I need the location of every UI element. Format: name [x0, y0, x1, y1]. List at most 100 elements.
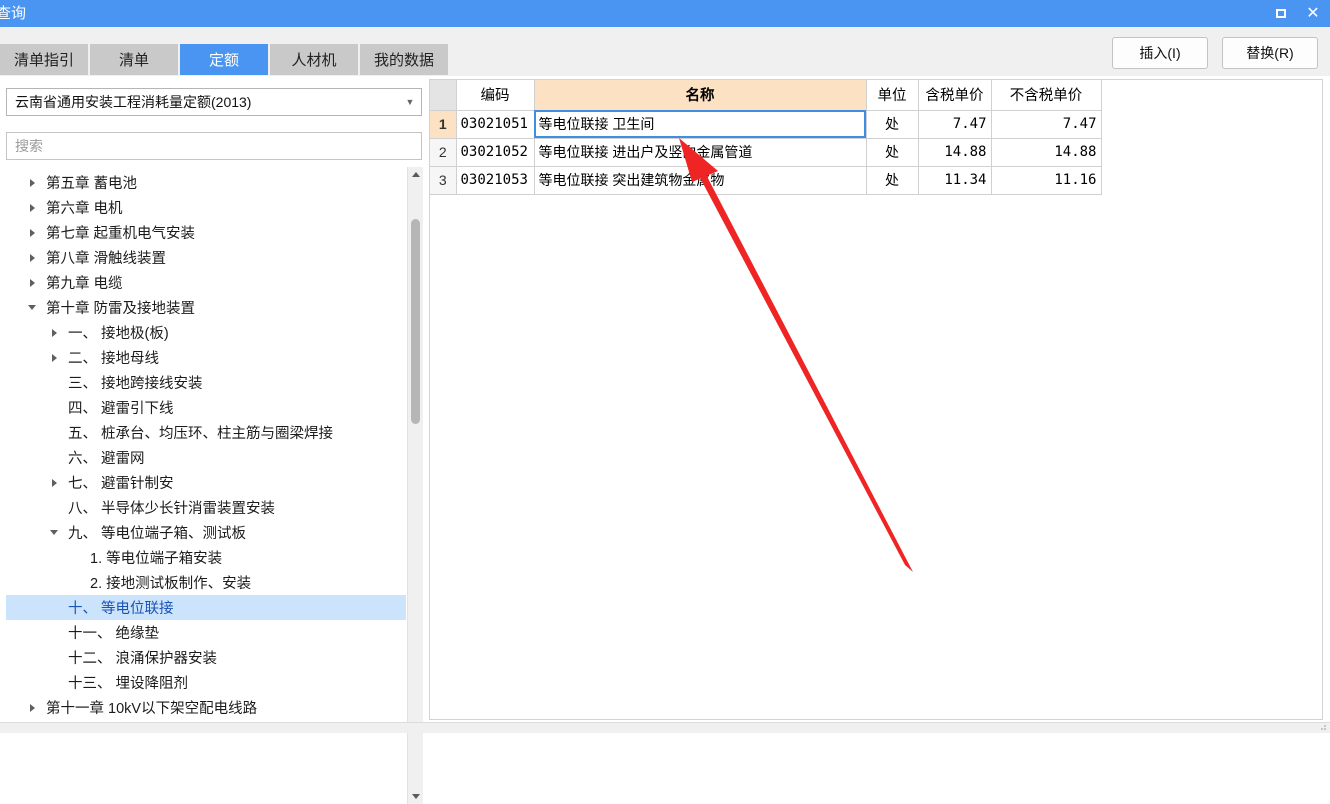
scrollbar-thumb[interactable]	[411, 219, 420, 424]
unit-cell[interactable]: 处	[866, 138, 919, 167]
price-without-tax-cell[interactable]: 7.47	[991, 110, 1102, 139]
tree-item[interactable]: 第八章 滑触线装置	[6, 245, 406, 270]
chevron-right-icon[interactable]	[46, 329, 62, 337]
tree-item[interactable]: 六、 避雷网	[6, 445, 406, 470]
tree-item[interactable]: 九、 等电位端子箱、测试板	[6, 520, 406, 545]
close-icon[interactable]: ✕	[1304, 5, 1322, 23]
search-box[interactable]	[6, 132, 422, 160]
tree-item[interactable]: 四、 避雷引下线	[6, 395, 406, 420]
chevron-right-icon[interactable]	[24, 204, 40, 212]
tree-item[interactable]: 1. 等电位端子箱安装	[6, 545, 406, 570]
maximize-icon[interactable]	[1272, 5, 1290, 23]
toolbar-actions: 插入(I) 替换(R)	[1112, 37, 1318, 69]
tree-item[interactable]: 第五章 蓄电池	[6, 170, 406, 195]
status-strip	[0, 722, 1330, 733]
tree-item[interactable]: 七、 避雷针制安	[6, 470, 406, 495]
tree-item[interactable]: 十、 等电位联接	[6, 595, 406, 620]
chevron-right-icon[interactable]	[24, 704, 40, 712]
window-controls: ✕	[1272, 0, 1322, 27]
price-without-tax-cell[interactable]: 11.16	[991, 166, 1102, 195]
tree-item[interactable]: 第七章 起重机电气安装	[6, 220, 406, 245]
tree-item-label: 二、 接地母线	[68, 351, 160, 367]
tree-item[interactable]: 第九章 电缆	[6, 270, 406, 295]
tree-item-label: 七、 避雷针制安	[68, 476, 174, 492]
code-cell[interactable]: 03021051	[456, 110, 535, 139]
chevron-right-icon[interactable]	[24, 179, 40, 187]
tree-item-label: 第七章 起重机电气安装	[46, 226, 196, 242]
chevron-right-icon[interactable]	[24, 254, 40, 262]
tree-scrollbar[interactable]	[407, 167, 423, 804]
tree-item[interactable]: 第六章 电机	[6, 195, 406, 220]
chevron-right-icon[interactable]	[46, 354, 62, 362]
replace-button[interactable]: 替换(R)	[1222, 37, 1318, 69]
dinge-results-table: 编码 名称 单位 含税单价 不含税单价 1 03021051 等电位联接 卫生间处 7…	[430, 80, 1102, 195]
scroll-down-icon[interactable]	[408, 789, 423, 804]
scroll-up-icon[interactable]	[408, 167, 423, 182]
table-row[interactable]: 2 03021052 等电位联接 进出户及竖向金属管道处 14.88 14.88	[430, 138, 1102, 167]
price-with-tax-cell[interactable]: 11.34	[918, 166, 992, 195]
tree-item[interactable]: 一、 接地极(板)	[6, 320, 406, 345]
chevron-right-icon[interactable]	[24, 279, 40, 287]
tree-item[interactable]: 第十一章 10kV以下架空配电线路	[6, 695, 406, 720]
tree-item-label: 九、 等电位端子箱、测试板	[68, 526, 247, 542]
tab-my-data[interactable]: 我的数据	[360, 44, 449, 75]
tree-item-label: 一、 接地极(板)	[68, 326, 169, 342]
tree-item-label: 1. 等电位端子箱安装	[90, 551, 223, 567]
results-panel: 编码 名称 单位 含税单价 不含税单价 1 03021051 等电位联接 卫生间处 7…	[429, 79, 1323, 720]
insert-button[interactable]: 插入(I)	[1112, 37, 1208, 69]
tree-item[interactable]: 二、 接地母线	[6, 345, 406, 370]
unit-cell[interactable]: 处	[866, 110, 919, 139]
window-title-bar: 查询 ✕	[0, 0, 1330, 27]
tree-item-label: 第十一章 10kV以下架空配电线路	[46, 701, 258, 717]
library-select[interactable]: 云南省通用安装工程消耗量定额(2013) ▼	[6, 88, 422, 116]
column-header-price-without-tax[interactable]: 不含税单价	[991, 80, 1102, 111]
tree-item[interactable]: 十一、 绝缘垫	[6, 620, 406, 645]
chevron-down-icon[interactable]	[46, 530, 62, 535]
tree-item[interactable]: 三、 接地跨接线安装	[6, 370, 406, 395]
column-header-code[interactable]: 编码	[456, 80, 535, 111]
tab-dinge[interactable]: 定额	[180, 44, 269, 75]
tree-item-label: 十三、 埋设降阻剂	[68, 676, 189, 692]
tree-item-label: 三、 接地跨接线安装	[68, 376, 203, 392]
tree-item[interactable]: 十二、 浪涌保护器安装	[6, 645, 406, 670]
category-tree-panel: 第五章 蓄电池第六章 电机第七章 起重机电气安装第八章 滑触线装置第九章 电缆第…	[6, 167, 422, 804]
tab-qingdanzhiyin[interactable]: 清单指引	[0, 44, 89, 75]
price-with-tax-cell[interactable]: 7.47	[918, 110, 992, 139]
tree-item-label: 十、 等电位联接	[68, 601, 174, 617]
tree-item[interactable]: 2. 接地测试板制作、安装	[6, 570, 406, 595]
row-number-cell[interactable]: 2	[430, 138, 457, 167]
price-with-tax-cell[interactable]: 14.88	[918, 138, 992, 167]
table-row[interactable]: 3 03021053 等电位联接 突出建筑物金属物处 11.34 11.16	[430, 166, 1102, 195]
table-row[interactable]: 1 03021051 等电位联接 卫生间处 7.47 7.47	[430, 110, 1102, 139]
tree-item[interactable]: 第十章 防雷及接地装置	[6, 295, 406, 320]
column-header-name[interactable]: 名称	[534, 80, 867, 111]
library-select-value: 云南省通用安装工程消耗量定额(2013)	[15, 94, 252, 110]
resize-grip-icon[interactable]	[1317, 723, 1327, 731]
tab-rencaiji[interactable]: 人材机	[270, 44, 359, 75]
row-number-cell[interactable]: 3	[430, 166, 457, 195]
chevron-right-icon[interactable]	[46, 479, 62, 487]
price-without-tax-cell[interactable]: 14.88	[991, 138, 1102, 167]
chevron-right-icon[interactable]	[24, 229, 40, 237]
name-cell[interactable]: 等电位联接 卫生间	[534, 110, 867, 139]
tree-item[interactable]: 八、 半导体少长针消雷装置安装	[6, 495, 406, 520]
column-header-price-with-tax[interactable]: 含税单价	[918, 80, 992, 111]
unit-cell[interactable]: 处	[866, 166, 919, 195]
search-input[interactable]	[7, 133, 421, 159]
tree-item[interactable]: 五、 桩承台、均压环、柱主筋与圈梁焊接	[6, 420, 406, 445]
window-title: 查询	[0, 5, 27, 22]
code-cell[interactable]: 03021052	[456, 138, 535, 167]
code-cell[interactable]: 03021053	[456, 166, 535, 195]
tree-item-label: 第九章 电缆	[46, 276, 123, 292]
name-cell[interactable]: 等电位联接 进出户及竖向金属管道	[534, 138, 867, 167]
table-body: 1 03021051 等电位联接 卫生间处 7.47 7.47 2 03021052 等电位联…	[430, 110, 1102, 195]
tree-item-label: 六、 避雷网	[68, 451, 145, 467]
name-cell[interactable]: 等电位联接 突出建筑物金属物	[534, 166, 867, 195]
tab-qingdan[interactable]: 清单	[90, 44, 179, 75]
tree-item[interactable]: 十三、 埋设降阻剂	[6, 670, 406, 695]
row-number-cell[interactable]: 1	[430, 110, 457, 139]
column-header-unit[interactable]: 单位	[866, 80, 919, 111]
chevron-down-icon[interactable]	[24, 305, 40, 310]
tree-item-label: 第五章 蓄电池	[46, 176, 138, 192]
tree-item-label: 八、 半导体少长针消雷装置安装	[68, 501, 276, 517]
